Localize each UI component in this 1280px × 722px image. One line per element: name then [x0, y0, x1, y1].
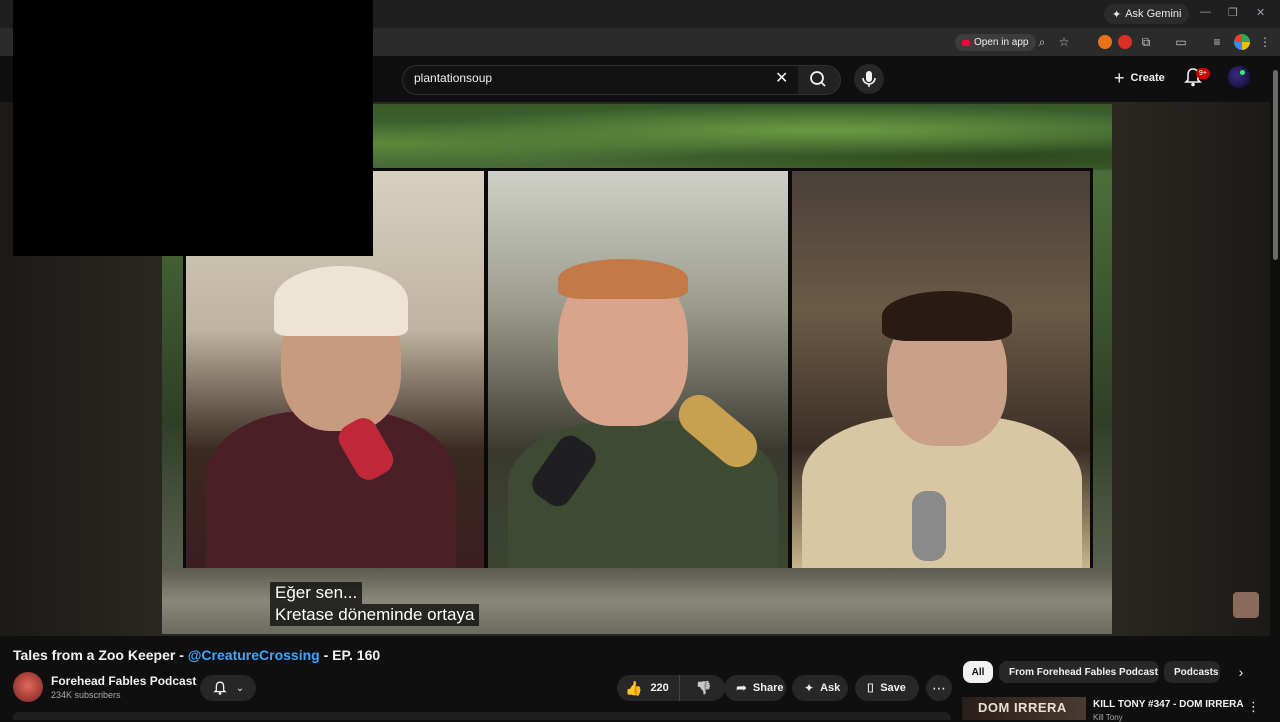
- person-sweater: [206, 411, 456, 569]
- person-cap: [274, 266, 408, 336]
- share-label: Share: [752, 682, 784, 694]
- caption-line-2: Kretase döneminde ortaya: [270, 604, 480, 626]
- chip-from-channel[interactable]: From Forehead Fables Podcast: [999, 661, 1159, 683]
- voice-search-button[interactable]: [854, 64, 884, 94]
- browser-profile-avatar[interactable]: [1234, 34, 1250, 50]
- recommended-video-channel[interactable]: Kill Tony: [1093, 713, 1123, 722]
- ask-label: Ask: [820, 682, 841, 694]
- video-panel-right-host: [789, 168, 1093, 572]
- ask-gemini-button[interactable]: ✦ Ask Gemini: [1104, 4, 1190, 24]
- recommended-more-icon[interactable]: ⋮: [1247, 699, 1260, 715]
- creature-crossing-mention-link[interactable]: @CreatureCrossing: [188, 647, 320, 663]
- microphone-icon: [862, 71, 876, 87]
- podcast-microphone: [912, 491, 946, 561]
- floating-mini-thumbnail[interactable]: [1233, 592, 1259, 618]
- cast-icon[interactable]: ▭: [1172, 33, 1190, 51]
- recommended-video-title[interactable]: KILL TONY #347 - DOM IRRERA: [1093, 699, 1244, 710]
- zoom-icon[interactable]: ⌕: [1033, 33, 1051, 51]
- open-in-app-button[interactable]: Open in app: [955, 34, 1036, 51]
- person-hair: [882, 291, 1012, 341]
- like-dislike-group: 👍 220 👎: [617, 675, 725, 701]
- black-overlay-box: [13, 0, 373, 256]
- share-arrow-icon: ➦: [736, 680, 747, 695]
- more-horizontal-icon: ⋯: [932, 679, 946, 696]
- close-window-icon[interactable]: ✕: [1256, 6, 1265, 19]
- like-count: 220: [650, 682, 669, 694]
- video-title: Tales from a Zoo Keeper - @CreatureCross…: [13, 647, 380, 663]
- chip-from-channel-label: From Forehead Fables Podcast: [1009, 666, 1158, 678]
- live-status-dot: [1240, 70, 1245, 75]
- clear-search-icon[interactable]: ✕: [775, 68, 788, 88]
- recommended-thumbnail-text: DOM IRRERA: [978, 700, 1067, 715]
- scrollbar-thumb[interactable]: [1273, 70, 1278, 260]
- minimize-icon[interactable]: —: [1200, 6, 1211, 18]
- chip-all-label: All: [971, 666, 985, 678]
- more-actions-button[interactable]: ⋯: [926, 675, 952, 701]
- bookmark-star-icon[interactable]: ☆: [1055, 33, 1073, 51]
- save-label: Save: [880, 682, 906, 694]
- ask-button[interactable]: ✦ Ask: [792, 675, 848, 701]
- subscriber-count: 234K subscribers: [51, 690, 121, 700]
- sparkle-icon: ✦: [804, 681, 815, 695]
- plus-icon: +: [1114, 67, 1125, 88]
- save-button[interactable]: ⌷ Save: [855, 675, 919, 701]
- extensions-puzzle-icon[interactable]: ⧉: [1137, 33, 1155, 51]
- bell-icon: [213, 681, 227, 695]
- bookmark-icon: ⌷: [867, 680, 875, 695]
- media-controls-icon[interactable]: ≡: [1208, 33, 1226, 51]
- channel-avatar[interactable]: [13, 672, 43, 702]
- chevron-down-icon: ⌄: [235, 682, 245, 694]
- gemini-icon: ✦: [1112, 8, 1122, 21]
- restore-icon[interactable]: ❐: [1228, 6, 1238, 19]
- chip-podcasts[interactable]: Podcasts: [1164, 661, 1220, 683]
- extension-icon[interactable]: [1098, 35, 1112, 49]
- person-hair: [558, 259, 688, 299]
- chip-podcasts-label: Podcasts: [1174, 666, 1219, 678]
- browser-menu-icon[interactable]: ⋮: [1256, 33, 1274, 51]
- subscribed-notifications-button[interactable]: ⌄: [200, 675, 256, 701]
- chip-all[interactable]: All: [963, 661, 993, 683]
- search-query-text: plantationsoup: [414, 71, 493, 85]
- create-label: Create: [1130, 72, 1165, 84]
- youtube-logo-icon: [962, 39, 970, 46]
- caption-line-1: Eğer sen...: [270, 582, 363, 604]
- like-button[interactable]: 👍 220: [617, 675, 680, 701]
- account-avatar[interactable]: [1228, 66, 1250, 88]
- thumbs-up-icon: 👍: [625, 679, 643, 696]
- open-in-app-label: Open in app: [974, 37, 1029, 48]
- extension-badge-icon[interactable]: [1118, 35, 1132, 49]
- search-button[interactable]: [798, 65, 841, 95]
- description-box-edge[interactable]: [13, 712, 951, 720]
- share-button[interactable]: ➦ Share: [724, 675, 786, 701]
- create-button[interactable]: + Create: [1104, 66, 1175, 90]
- video-panel-center-host: [485, 168, 791, 572]
- notification-count-badge: 9+: [1196, 68, 1210, 79]
- video-title-suffix: - EP. 160: [319, 647, 381, 663]
- chevron-right-icon[interactable]: ›: [1230, 661, 1252, 683]
- dislike-button[interactable]: 👎: [686, 680, 722, 696]
- thumbs-down-icon: 👎: [695, 680, 712, 695]
- video-title-prefix: Tales from a Zoo Keeper -: [13, 647, 188, 663]
- ask-gemini-label: Ask Gemini: [1125, 8, 1182, 20]
- search-icon: [810, 71, 826, 87]
- video-captions: Eğer sen... Kretase döneminde ortaya: [270, 582, 480, 626]
- channel-name-link[interactable]: Forehead Fables Podcast: [51, 674, 196, 688]
